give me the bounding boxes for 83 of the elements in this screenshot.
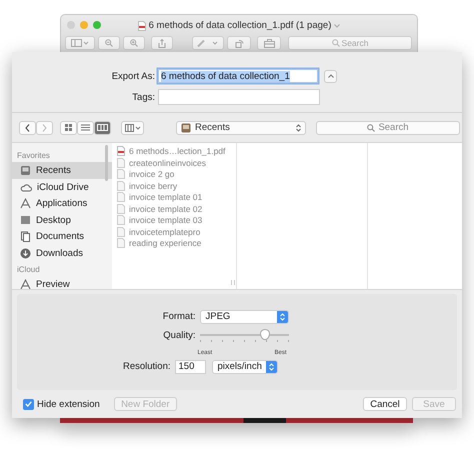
file-item[interactable]: createonlineinvoices [112, 156, 236, 168]
search-icon [332, 39, 340, 47]
rotate-button[interactable] [227, 36, 251, 50]
file-item[interactable]: invoice template 03 [112, 214, 236, 226]
cancel-button[interactable]: Cancel [363, 397, 407, 412]
back-button[interactable] [19, 120, 36, 135]
sidebar-item[interactable]: Documents [12, 228, 112, 245]
up-down-arrows-icon [268, 362, 274, 371]
sidebar-item[interactable]: iCloud Drive [12, 178, 112, 196]
quality-slider[interactable] [200, 328, 288, 343]
format-label: Format: [162, 311, 196, 322]
pen-icon [197, 39, 219, 47]
resolution-field[interactable]: 150 [174, 360, 206, 374]
share-icon [158, 38, 166, 48]
resolution-label: Resolution: [122, 361, 172, 372]
applications-icon [20, 198, 31, 210]
format-popup[interactable]: JPEG [200, 310, 288, 324]
view-mode-button[interactable] [94, 120, 111, 135]
toolbox-icon [264, 38, 274, 48]
markup-button[interactable] [192, 36, 224, 50]
sidebar-item[interactable]: Preview [12, 276, 112, 289]
chevron-up-icon [328, 74, 334, 78]
zoom-out-icon [105, 39, 113, 47]
view-mode-button[interactable] [60, 120, 77, 135]
pdf-file-icon [117, 146, 125, 156]
column-view-icon [97, 124, 108, 132]
chevron-down-icon [334, 24, 340, 28]
checkmark-icon [25, 401, 32, 408]
sidebar-item[interactable]: Applications [12, 195, 112, 212]
file-item[interactable]: invoice template 02 [112, 202, 236, 214]
slider-thumb[interactable] [260, 328, 270, 340]
sidebar-item[interactable]: Recents [12, 162, 112, 179]
zoom-button[interactable] [93, 21, 101, 29]
unit-popup[interactable]: pixels/inch [212, 360, 278, 374]
pdf-file-icon [138, 20, 146, 30]
file-item[interactable]: invoicetemplatepro [112, 226, 236, 238]
quality-label: Quality: [162, 330, 196, 342]
tags-field[interactable] [158, 89, 320, 105]
desktop-icon [20, 215, 31, 226]
chevron-left-icon [25, 124, 30, 132]
documents-icon [20, 231, 31, 242]
sidebar-section-title: iCloud [16, 264, 41, 276]
arrange-button[interactable] [121, 120, 144, 135]
sidebar-item[interactable]: Desktop [12, 212, 112, 228]
file-item[interactable]: reading experience [112, 237, 236, 249]
up-down-arrows-icon [296, 124, 301, 132]
zoom-out-button[interactable] [98, 36, 120, 50]
applications-icon [20, 279, 31, 289]
search-placeholder: Search [342, 38, 368, 48]
file-item[interactable]: invoice template 01 [112, 191, 236, 203]
checkbox[interactable] [23, 398, 34, 410]
rotate-icon [234, 38, 244, 48]
search-placeholder: Search [378, 122, 409, 134]
search-icon [367, 124, 376, 132]
sidebar-icon [71, 39, 89, 47]
sidebar-section-title: Favorites [16, 150, 51, 162]
location-popup[interactable]: Recents [176, 120, 306, 135]
zoom-in-icon [130, 39, 138, 47]
collapse-button[interactable] [324, 70, 337, 82]
sidebar-button[interactable] [65, 36, 95, 50]
export-as-label: Export As: [110, 70, 156, 82]
list-view-icon [81, 124, 90, 132]
view-mode-button[interactable] [77, 120, 94, 135]
download-icon [20, 248, 31, 259]
scrollbar-thumb[interactable] [105, 145, 108, 182]
up-down-arrows-icon [280, 312, 284, 321]
zoom-in-button[interactable] [123, 36, 145, 50]
arrange-icon [124, 124, 140, 132]
file-item[interactable]: invoice berry [112, 180, 236, 192]
file-item[interactable]: 6 methods…lection_1.pdf [112, 145, 236, 157]
close-button[interactable] [67, 21, 75, 29]
chevron-right-icon [42, 124, 47, 132]
sidebar-item[interactable]: Downloads [12, 244, 112, 262]
toolbox-button[interactable] [257, 36, 281, 50]
file-item[interactable]: invoice 2 go [112, 168, 236, 180]
tags-label: Tags: [131, 92, 156, 102]
share-button[interactable] [151, 36, 173, 50]
checkbox-label: Hide extension [37, 398, 100, 410]
filename-field[interactable]: 6 methods of data collection_1 [158, 69, 318, 83]
window-title: 6 methods of data collection_1.pdf (1 page) [148, 20, 332, 31]
cloud-icon [20, 182, 32, 192]
icon-view-icon [65, 124, 72, 132]
minimize-button[interactable] [80, 21, 88, 29]
